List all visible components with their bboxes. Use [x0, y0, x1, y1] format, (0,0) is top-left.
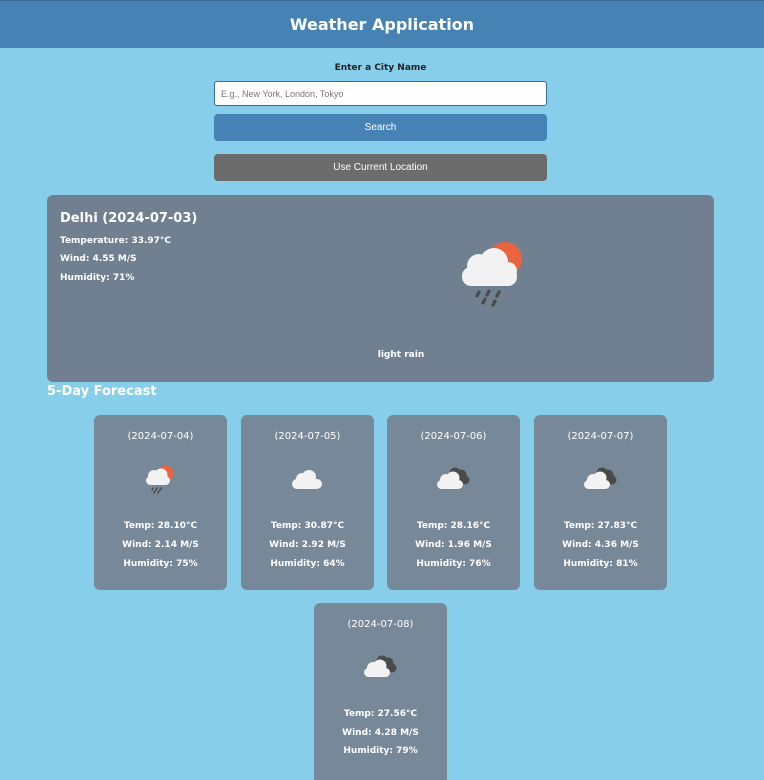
app-header: Weather Application — [0, 0, 764, 48]
forecast-card: (2024-07-05) Temp: 30.87°C Wind: 2.92 M/… — [241, 415, 374, 590]
broken-clouds-icon — [584, 467, 617, 489]
search-button[interactable]: Search — [214, 114, 547, 141]
forecast-card: (2024-07-06) Temp: 28.16°C Wind: 1.96 M/… — [387, 415, 520, 590]
forecast-humidity: Humidity: 64% — [270, 559, 345, 569]
city-search-input[interactable] — [214, 81, 547, 106]
forecast-temp: Temp: 28.10°C — [123, 521, 198, 531]
city-input-label: Enter a City Name — [334, 63, 427, 73]
current-humidity: Humidity: 71% — [60, 273, 135, 283]
forecast-humidity: Humidity: 76% — [416, 559, 491, 569]
forecast-card: (2024-07-04) Temp: 28.10°C Wind: 2.14 M/… — [94, 415, 227, 590]
current-description: light rain — [377, 350, 425, 360]
forecast-heading: 5-Day Forecast — [47, 384, 157, 399]
forecast-wind: Wind: 4.36 M/S — [562, 540, 639, 550]
cloud-icon — [292, 470, 322, 489]
use-current-location-button[interactable]: Use Current Location — [214, 154, 547, 181]
forecast-wind: Wind: 1.96 M/S — [415, 540, 492, 550]
forecast-date: (2024-07-05) — [274, 431, 341, 442]
broken-clouds-icon — [437, 467, 470, 489]
forecast-humidity: Humidity: 79% — [343, 746, 418, 756]
forecast-date: (2024-07-07) — [567, 431, 634, 442]
forecast-card: (2024-07-07) Temp: 27.83°C Wind: 4.36 M/… — [534, 415, 667, 590]
forecast-temp: Temp: 27.83°C — [563, 521, 638, 531]
forecast-temp: Temp: 27.56°C — [343, 709, 418, 719]
forecast-wind: Wind: 2.92 M/S — [269, 540, 346, 550]
current-city-title: Delhi (2024-07-03) — [60, 211, 198, 226]
forecast-temp: Temp: 28.16°C — [416, 521, 491, 531]
current-temperature: Temperature: 33.97°C — [60, 236, 172, 246]
forecast-humidity: Humidity: 75% — [123, 559, 198, 569]
forecast-date: (2024-07-04) — [127, 431, 194, 442]
sun-cloud-rain-icon — [146, 465, 174, 494]
app-title: Weather Application — [289, 15, 475, 34]
forecast-temp: Temp: 30.87°C — [270, 521, 345, 531]
forecast-wind: Wind: 2.14 M/S — [122, 540, 199, 550]
forecast-card: (2024-07-08) Temp: 27.56°C Wind: 4.28 M/… — [314, 603, 447, 780]
sun-cloud-rain-icon — [462, 242, 522, 307]
forecast-date: (2024-07-06) — [420, 431, 487, 442]
forecast-wind: Wind: 4.28 M/S — [342, 728, 419, 738]
forecast-date: (2024-07-08) — [347, 619, 414, 630]
current-wind: Wind: 4.55 M/S — [60, 254, 137, 264]
forecast-humidity: Humidity: 81% — [563, 559, 638, 569]
current-weather-card: Delhi (2024-07-03) Temperature: 33.97°C … — [47, 195, 714, 382]
broken-clouds-icon — [364, 655, 397, 677]
